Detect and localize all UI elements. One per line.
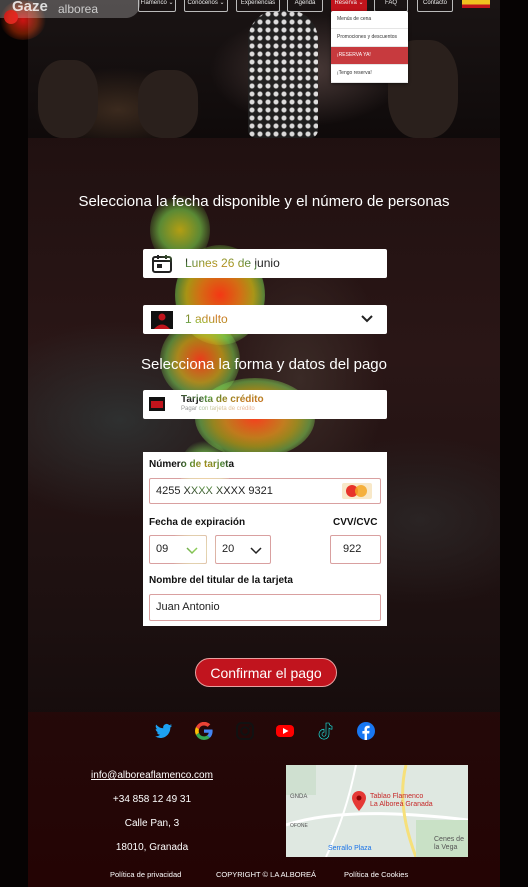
date-picker[interactable]: Lunes 26 de junio	[143, 249, 387, 278]
cvv-label: CVV/CVC	[333, 517, 378, 528]
logo-subtext: alborea	[58, 2, 99, 16]
menu-item-tengo-reserva[interactable]: ¡Tengo reserva!	[331, 65, 408, 83]
map-place-cenes: Cenes de la Vega	[434, 836, 464, 851]
menu-item-reserva-ya[interactable]: ¡RESERVA YA!	[331, 47, 408, 65]
reserva-dropdown-menu: Menús de cena Promociones y descuentos ¡…	[331, 11, 408, 83]
twitter-icon[interactable]	[155, 722, 173, 740]
holder-name-input[interactable]: Juan Antonio	[149, 594, 381, 621]
people-value: 1 adulto	[185, 312, 228, 326]
cookies-policy-link[interactable]: Política de Cookies	[344, 870, 408, 879]
card-number-label: Número de tarjeta	[149, 459, 235, 470]
expiry-month-value: 09	[156, 543, 169, 555]
expiry-year-value: 20	[222, 543, 235, 555]
language-flag-icon[interactable]	[462, 0, 490, 8]
map-place-serrallo: Serrallo Plaza	[328, 845, 372, 852]
chevron-down-icon	[250, 547, 262, 555]
card-form: Número de tarjeta 4255 XXXX XXXX 9321 Fe…	[143, 452, 387, 626]
cvv-value: 922	[343, 543, 362, 555]
right-margin	[500, 0, 528, 887]
tiktok-icon[interactable]	[316, 722, 334, 740]
logo[interactable]: Gaze alborea	[0, 0, 140, 24]
map-label-gnda: GNDA	[290, 794, 308, 800]
payment-method-option[interactable]: Tarjeta de crédito Pagar con tarjeta de …	[143, 390, 387, 419]
nav-item-flamenco[interactable]: Flamenco ⌄	[138, 0, 176, 12]
map-pin-icon	[352, 791, 366, 811]
footer-address-street: Calle Pan, 3	[124, 818, 180, 829]
youtube-icon[interactable]	[276, 722, 294, 740]
facebook-icon[interactable]	[357, 722, 375, 740]
nav-item-agenda[interactable]: Agenda	[287, 0, 323, 12]
footer-address-city: 18010, Granada	[115, 842, 189, 853]
holder-label: Nombre del titular de la tarjeta	[149, 575, 293, 586]
google-icon[interactable]	[195, 722, 213, 740]
map-place-subtitle: La Alboreá Granada	[370, 801, 433, 808]
dancer-figure	[248, 10, 318, 138]
chevron-down-icon	[186, 547, 198, 555]
map-label-ofone: OFONE	[290, 823, 308, 829]
footer-email-link[interactable]: info@alboreaflamenco.com	[84, 770, 220, 781]
payment-method-sub: Pagar con tarjeta de crédito	[181, 406, 255, 412]
date-value: Lunes 26 de junio	[185, 256, 280, 270]
location-map[interactable]: Tablao Flamenco La Alboreá Granada GNDA …	[286, 765, 468, 857]
hero-image	[28, 0, 500, 138]
nav-item-conocenos[interactable]: Conócenos ⌄	[184, 0, 228, 12]
logo-text: Gaze	[12, 0, 48, 15]
footer-phone[interactable]: +34 858 12 49 31	[84, 794, 220, 805]
map-place-title: Tablao Flamenco	[370, 793, 424, 800]
payment-method-label: Tarjeta de crédito	[181, 394, 264, 405]
expiry-label: Fecha de expiración	[149, 517, 246, 528]
left-margin	[0, 0, 28, 887]
payment-title: Selecciona la forma y datos del pago	[141, 356, 387, 373]
nav-item-contacto[interactable]: Contacto	[417, 0, 453, 12]
expiry-month-select[interactable]: 09	[149, 535, 207, 564]
cvv-input[interactable]: 922	[330, 535, 381, 564]
menu-item-promociones[interactable]: Promociones y descuentos	[331, 29, 408, 47]
menu-item-menus-cena[interactable]: Menús de cena	[331, 11, 408, 29]
people-select[interactable]: 1 adulto	[143, 305, 387, 334]
mastercard-icon	[342, 483, 372, 499]
holder-name-value: Juan Antonio	[156, 601, 220, 613]
expiry-year-select[interactable]: 20	[215, 535, 271, 564]
card-number-input[interactable]: 4255 XXXX XXXX 9321	[149, 478, 381, 504]
credit-card-icon	[149, 397, 165, 411]
chevron-down-icon	[361, 315, 373, 323]
booking-title: Selecciona la fecha disponible y el núme…	[78, 193, 450, 210]
copyright-text: COPYRIGHT © LA ALBOREÁ	[216, 870, 317, 879]
nav-item-experiencias[interactable]: Experiencias	[236, 0, 280, 12]
calendar-icon	[152, 255, 172, 273]
person-icon	[151, 311, 173, 329]
instagram-icon[interactable]	[236, 722, 254, 740]
confirm-payment-button[interactable]: Confirmar el pago	[195, 658, 337, 687]
card-number-value: 4255 XXXX XXXX 9321	[156, 485, 273, 497]
privacy-policy-link[interactable]: Política de privacidad	[110, 870, 181, 879]
